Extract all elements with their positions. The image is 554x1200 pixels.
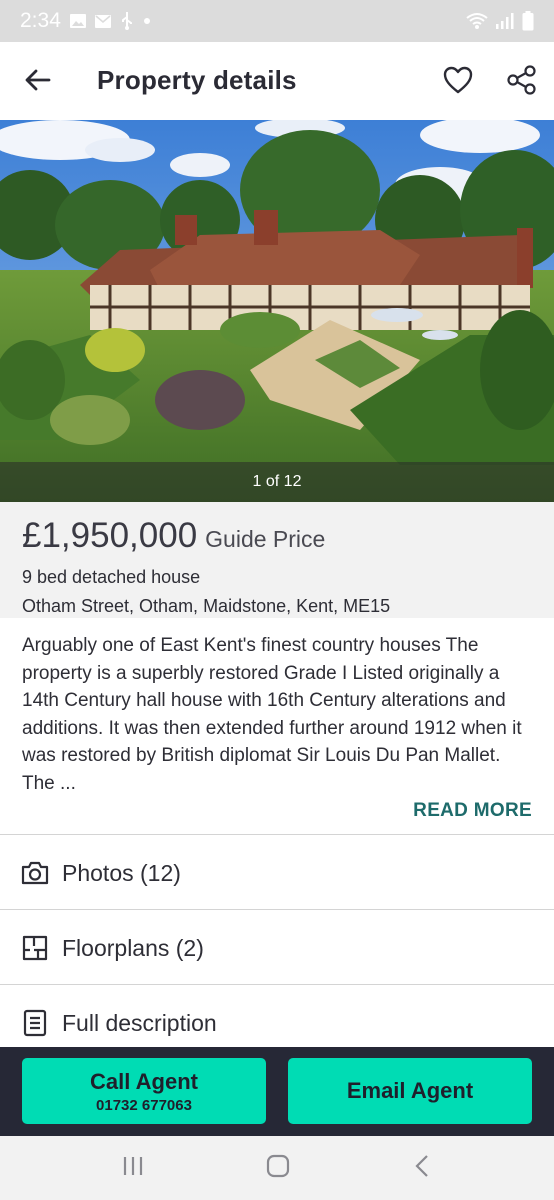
price: £1,950,000 — [22, 516, 198, 555]
system-nav-bar — [0, 1136, 554, 1200]
arrow-left-icon — [25, 69, 51, 96]
floorplans-row[interactable]: Floorplans (2) — [0, 911, 554, 985]
home-button[interactable] — [260, 1152, 296, 1184]
price-row: £1,950,000 Guide Price — [22, 516, 532, 556]
price-qualifier: Guide Price — [205, 526, 326, 552]
divider — [0, 834, 554, 835]
description-text: Arguably one of East Kent's finest count… — [22, 635, 522, 794]
property-photo — [0, 120, 554, 502]
gallery-counter-bar: 1 of 12 — [0, 462, 554, 502]
read-more-link[interactable]: READ MORE — [413, 800, 532, 822]
wifi-icon — [466, 12, 488, 30]
image-icon — [69, 14, 86, 28]
page-title: Property details — [97, 65, 297, 95]
home-icon — [265, 1154, 291, 1183]
favorite-button[interactable] — [440, 64, 476, 100]
price-summary: £1,950,000 Guide Price 9 bed detached ho… — [0, 502, 554, 618]
recents-icon — [121, 1155, 145, 1182]
status-bar: 2:34 — [0, 0, 554, 42]
property-type: 9 bed detached house — [22, 567, 201, 587]
dot-icon — [143, 17, 151, 25]
call-agent-button[interactable]: Call Agent 01732 677063 — [22, 1058, 266, 1124]
document-icon — [20, 1008, 50, 1038]
recents-button[interactable] — [115, 1152, 151, 1184]
status-time: 2:34 — [20, 9, 61, 32]
mail-icon — [94, 14, 111, 28]
email-agent-button[interactable]: Email Agent — [288, 1058, 532, 1124]
property-address: Otham Street, Otham, Maidstone, Kent, ME… — [22, 596, 391, 616]
camera-icon — [20, 858, 50, 888]
back-button[interactable] — [20, 64, 56, 100]
divider — [0, 909, 554, 910]
call-agent-label: Call Agent — [90, 1068, 198, 1094]
property-photo-gallery[interactable]: 1 of 12 — [0, 120, 554, 502]
signal-icon — [496, 13, 514, 29]
email-agent-label: Email Agent — [346, 1078, 474, 1103]
battery-icon — [522, 11, 534, 31]
share-button[interactable] — [503, 63, 541, 101]
app-bar: Property details — [0, 42, 554, 120]
gallery-counter: 1 of 12 — [252, 473, 302, 490]
floorplans-label: Floorplans (2) — [62, 934, 204, 961]
floorplan-icon — [20, 933, 50, 963]
system-back-button[interactable] — [404, 1152, 440, 1184]
agent-phone-number: 01732 677063 — [96, 1096, 192, 1114]
photos-row[interactable]: Photos (12) — [0, 836, 554, 910]
agent-actions-bar: Call Agent 01732 677063 Email Agent — [0, 1047, 554, 1136]
usb-icon — [120, 12, 134, 30]
divider — [0, 984, 554, 985]
heart-outline-icon — [443, 66, 473, 99]
share-icon — [506, 64, 538, 101]
back-icon — [414, 1154, 430, 1183]
photos-label: Photos (12) — [62, 859, 181, 886]
full-description-label: Full description — [62, 1009, 217, 1036]
